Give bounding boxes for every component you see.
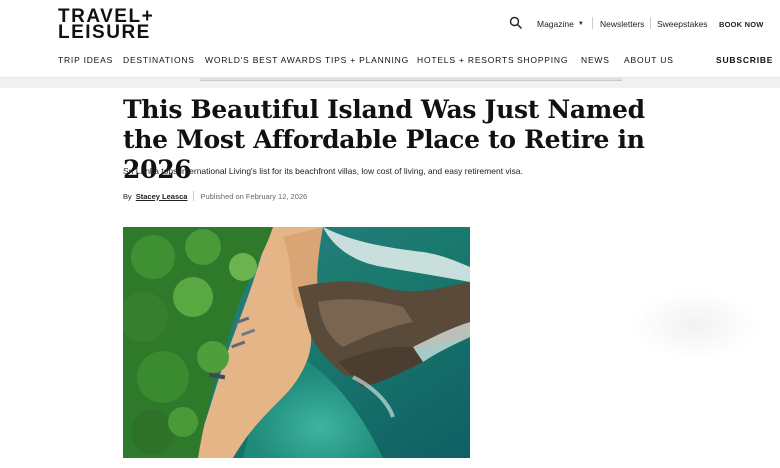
- divider: [650, 17, 651, 29]
- article-dek: Sri Lanka tops International Living's li…: [123, 166, 523, 176]
- nav-item-about-us[interactable]: ABOUT US: [624, 55, 674, 65]
- ad-strip: [200, 78, 622, 81]
- nav-item-hotels-resorts[interactable]: HOTELS + RESORTS: [417, 55, 514, 65]
- nav-item-shopping[interactable]: SHOPPING: [517, 55, 568, 65]
- logo-line-2: LEISURE: [58, 22, 151, 43]
- site-logo[interactable]: TRAVEL+ LEISURE: [58, 7, 154, 43]
- faded-ad-placeholder: [630, 290, 760, 360]
- newsletters-link[interactable]: Newsletters: [600, 16, 644, 32]
- search-icon[interactable]: [509, 16, 523, 30]
- hero-image: [123, 227, 470, 458]
- byline-by: By: [123, 191, 132, 201]
- divider: [193, 191, 195, 201]
- author-link[interactable]: Stacey Leasca: [136, 192, 188, 201]
- nav-item-news[interactable]: NEWS: [581, 55, 610, 65]
- divider: [592, 17, 593, 29]
- nav-item-worlds-best-awards[interactable]: WORLD'S BEST AWARDS: [205, 55, 322, 65]
- publish-date: Published on February 12, 2026: [200, 191, 308, 201]
- nav-item-destinations[interactable]: DESTINATIONS: [123, 55, 195, 65]
- book-now-button[interactable]: BOOK NOW: [719, 16, 764, 32]
- aerial-beach-image: [123, 227, 470, 458]
- ad-bar: [0, 78, 780, 88]
- sweepstakes-link[interactable]: Sweepstakes: [657, 16, 708, 32]
- site-header: TRAVEL+ LEISURE Magazine ▼ Newsletters S…: [0, 0, 780, 78]
- nav-item-tips-planning[interactable]: TIPS + PLANNING: [325, 55, 409, 65]
- byline: By Stacey Leasca Published on February 1…: [123, 191, 307, 201]
- subscribe-link[interactable]: SUBSCRIBE: [716, 55, 773, 65]
- nav-item-trip-ideas[interactable]: TRIP IDEAS: [58, 55, 113, 65]
- magazine-menu[interactable]: Magazine ▼: [537, 16, 584, 32]
- magazine-label: Magazine: [537, 19, 574, 29]
- caret-down-icon: ▼: [577, 21, 584, 27]
